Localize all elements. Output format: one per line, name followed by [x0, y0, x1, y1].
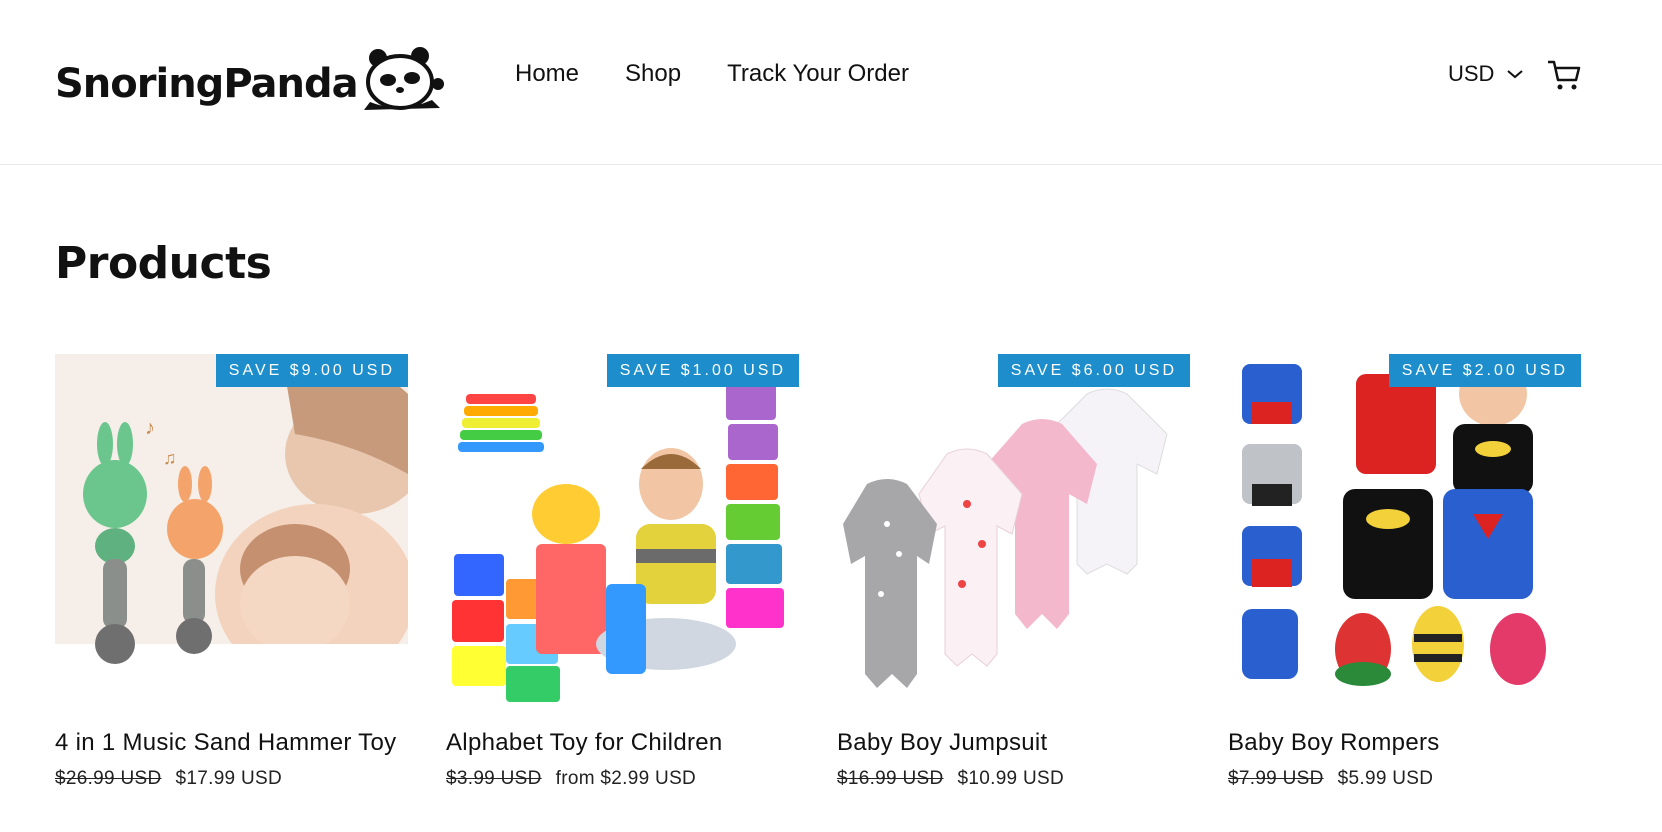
brand-logo[interactable]: SnoringPanda — [55, 42, 446, 112]
product-image[interactable]: ♪ ♫ SAVE $9.00 USD — [55, 354, 408, 708]
nav-shop[interactable]: Shop — [625, 59, 681, 89]
product-title[interactable]: 4 in 1 Music Sand Hammer Toy — [55, 724, 408, 761]
jumpsuit-image — [837, 354, 1190, 708]
price-sale: from $2.99 USD — [555, 768, 697, 789]
price-original: $3.99 USD — [446, 768, 542, 789]
alphabet-toy-image — [446, 354, 799, 708]
product-card[interactable]: SAVE $6.00 USD Baby Boy Jumpsuit $16.99 … — [837, 354, 1190, 797]
sand-hammer-image: ♪ ♫ — [55, 354, 408, 708]
product-image[interactable]: SAVE $1.00 USD — [446, 354, 799, 708]
currency-selector[interactable]: USD — [1448, 59, 1524, 89]
panda-icon — [363, 47, 444, 110]
product-image[interactable]: SAVE $2.00 USD — [1228, 354, 1581, 708]
site-header: SnoringPanda Home Shop Track Your Order … — [0, 0, 1662, 165]
page-title: Products — [55, 238, 272, 289]
save-badge: SAVE $1.00 USD — [606, 354, 799, 387]
save-badge: SAVE $6.00 USD — [997, 354, 1190, 387]
price-row: $26.99 USD $17.99 USD — [55, 761, 408, 797]
price-sale: $5.99 USD — [1337, 768, 1434, 789]
product-card[interactable]: SAVE $2.00 USD Baby Boy Rompers $7.99 US… — [1228, 354, 1581, 797]
product-image[interactable]: SAVE $6.00 USD — [837, 354, 1190, 708]
product-title[interactable]: Baby Boy Jumpsuit — [837, 724, 1190, 761]
price-sale: $10.99 USD — [957, 768, 1065, 789]
price-original: $7.99 USD — [1228, 768, 1324, 789]
svg-text:♫: ♫ — [163, 448, 177, 468]
product-card[interactable]: ♪ ♫ SAVE $9.00 USD 4 in 1 Music Sand Ham… — [55, 354, 408, 797]
currency-label: USD — [1448, 61, 1495, 86]
save-badge: SAVE $9.00 USD — [215, 354, 408, 387]
nav-home[interactable]: Home — [515, 59, 579, 89]
save-badge: SAVE $2.00 USD — [1388, 354, 1581, 387]
product-card[interactable]: SAVE $1.00 USD Alphabet Toy for Children… — [446, 354, 799, 797]
cart-icon[interactable] — [1546, 58, 1582, 92]
price-row: $7.99 USD $5.99 USD — [1228, 761, 1581, 797]
chevron-down-icon — [1507, 70, 1524, 79]
price-row: $3.99 USD from $2.99 USD — [446, 761, 799, 797]
brand-name: SnoringPanda — [55, 61, 359, 107]
price-row: $16.99 USD $10.99 USD — [837, 761, 1190, 797]
product-title[interactable]: Alphabet Toy for Children — [446, 724, 799, 761]
svg-text:♪: ♪ — [145, 417, 155, 439]
price-sale: $17.99 USD — [175, 768, 283, 789]
price-original: $16.99 USD — [837, 768, 944, 789]
rompers-image — [1228, 354, 1581, 708]
nav-track-order[interactable]: Track Your Order — [727, 59, 909, 89]
price-original: $26.99 USD — [55, 768, 162, 789]
product-title[interactable]: Baby Boy Rompers — [1228, 724, 1581, 761]
main-nav: Home Shop Track Your Order — [515, 59, 909, 89]
